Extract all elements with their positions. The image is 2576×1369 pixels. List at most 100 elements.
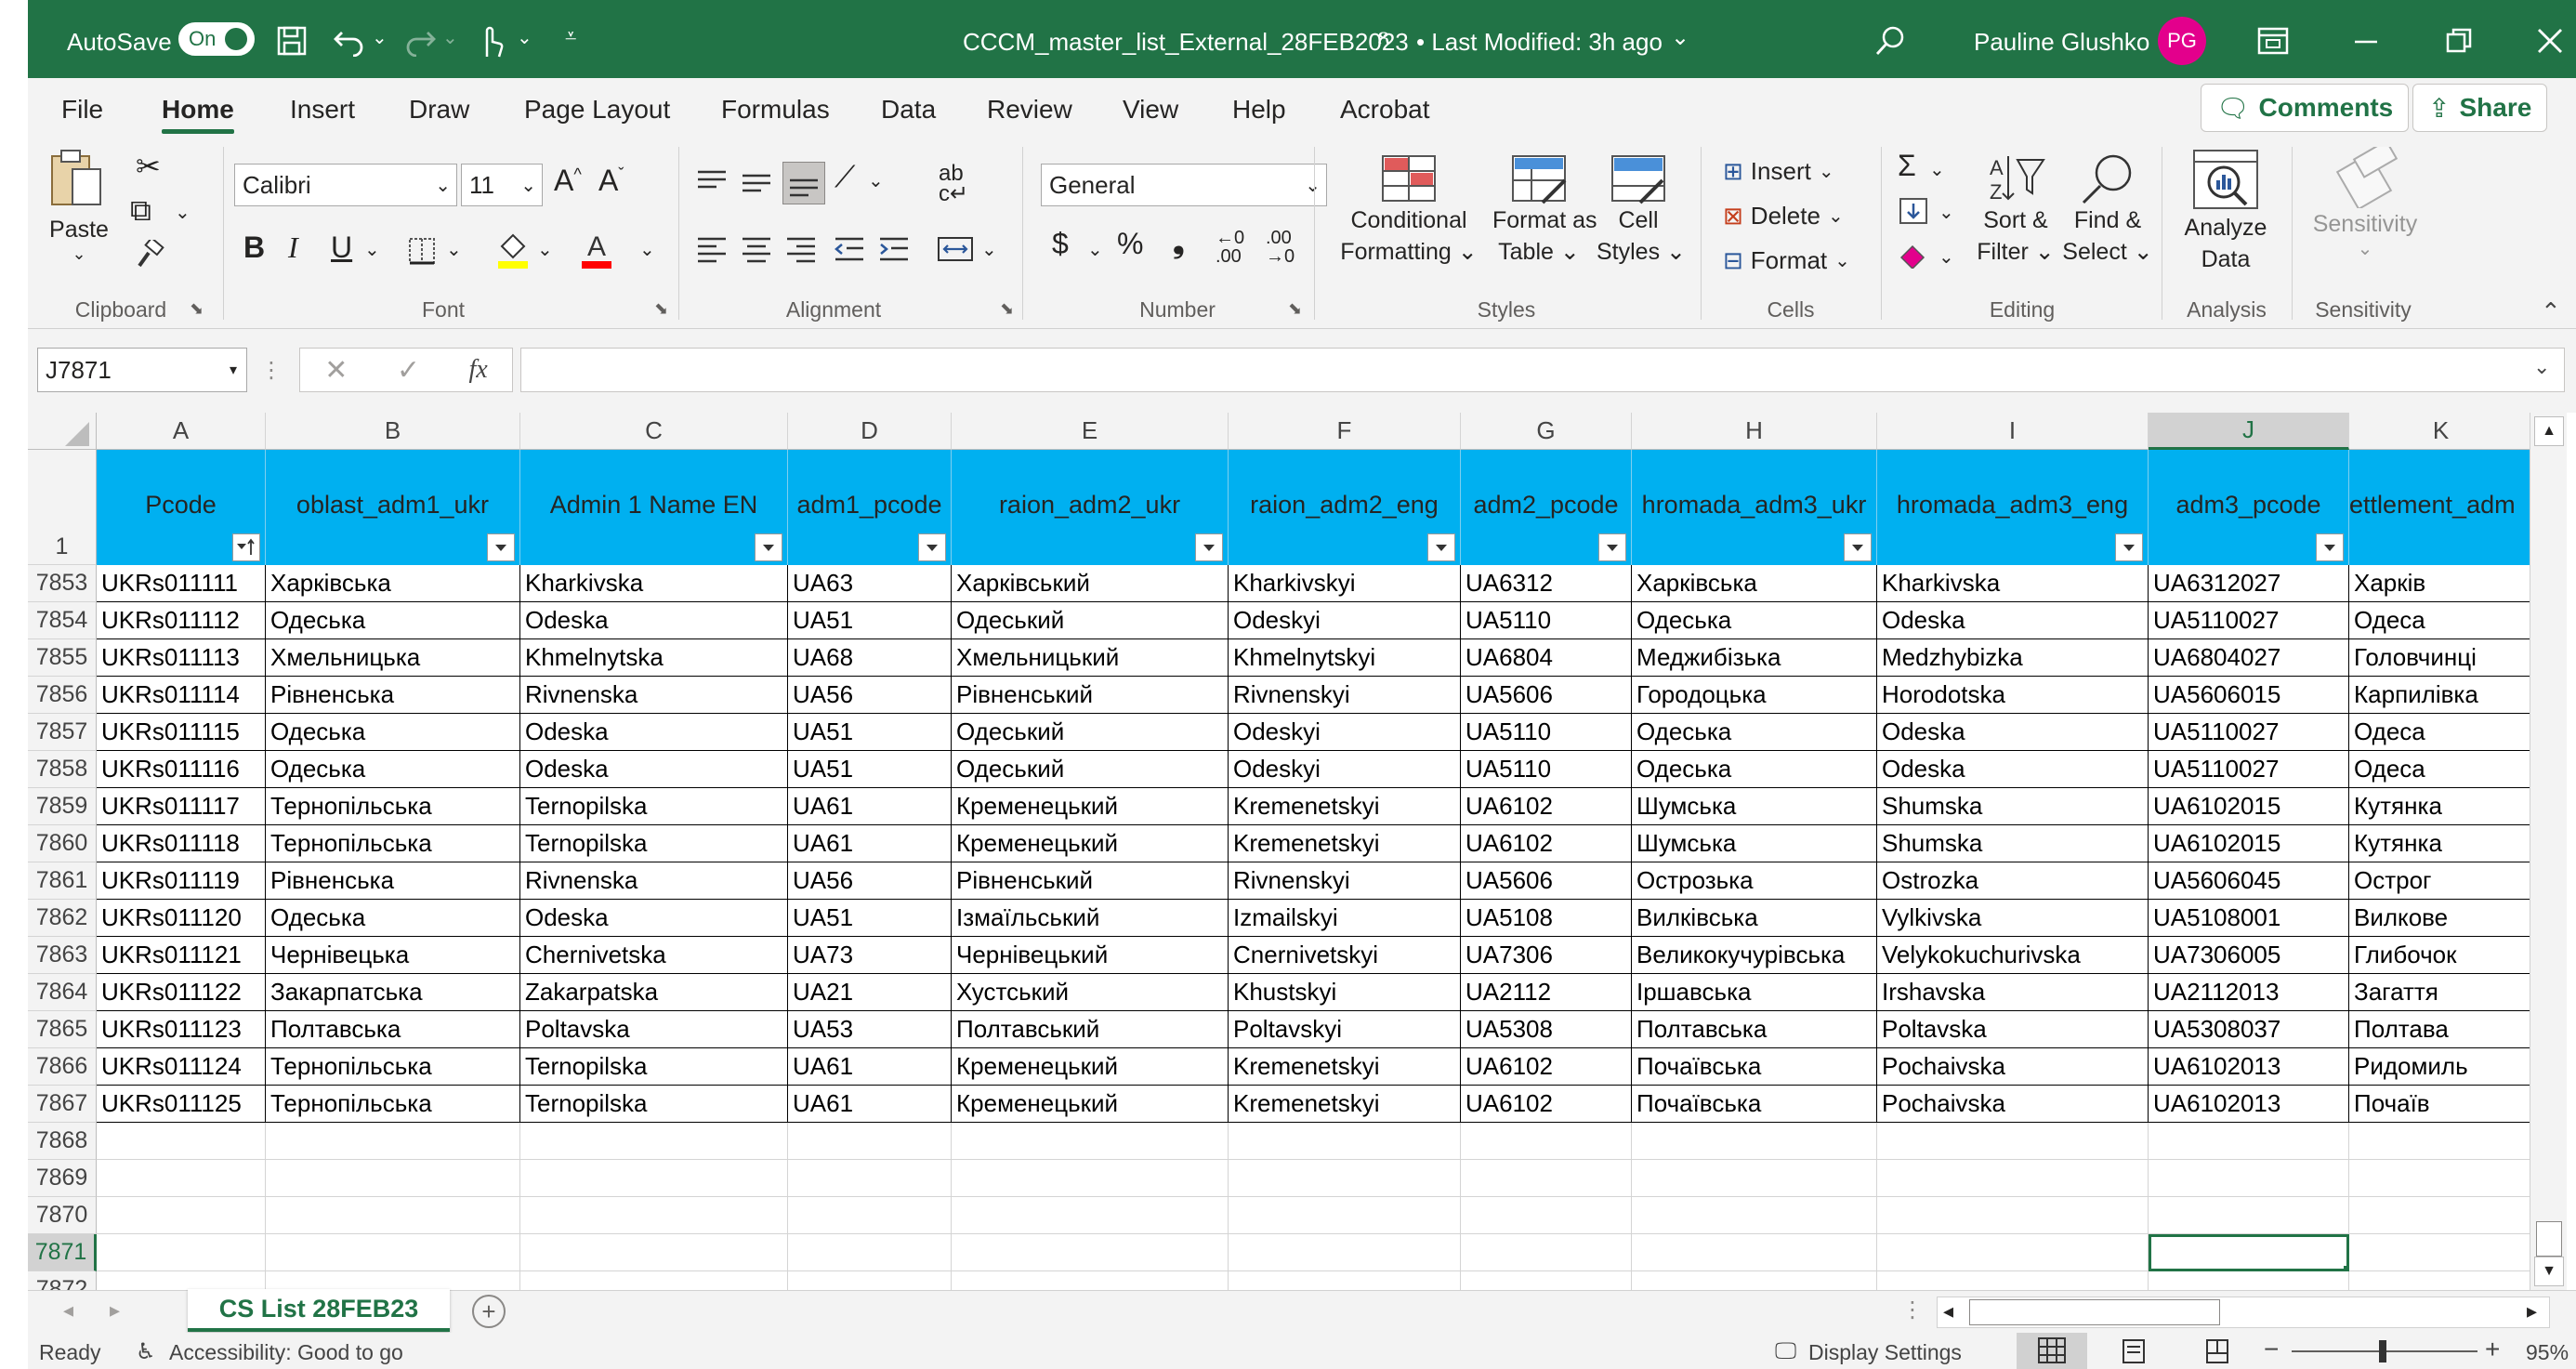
vertical-scrollbar[interactable]: ▲ ▼	[2530, 413, 2567, 1290]
column-header-k[interactable]: K	[2349, 413, 2533, 450]
bold-icon[interactable]: B	[243, 230, 265, 265]
table-cell[interactable]: UKRs011122	[97, 974, 266, 1011]
orientation-dropdown-icon[interactable]: ⌄	[868, 169, 884, 192]
alignment-launcher-icon[interactable]: ⬊	[1000, 299, 1014, 319]
touch-mode-icon[interactable]	[472, 22, 509, 59]
row-header[interactable]: 7857	[28, 714, 97, 751]
table-cell[interactable]: Вилкове	[2349, 900, 2533, 937]
table-cell[interactable]	[1877, 1160, 2149, 1197]
filter-dropdown-icon[interactable]	[1598, 533, 1626, 561]
table-cell[interactable]: UA5606	[1461, 677, 1632, 714]
table-cell[interactable]	[1229, 1197, 1461, 1234]
table-cell[interactable]	[1229, 1123, 1461, 1160]
table-cell[interactable]	[2349, 1123, 2533, 1160]
table-cell[interactable]	[2149, 1197, 2349, 1234]
table-cell[interactable]	[1877, 1123, 2149, 1160]
document-title[interactable]: CCCM_master_list_External_28FEB2023	[963, 28, 1409, 57]
font-launcher-icon[interactable]: ⬊	[654, 299, 668, 319]
table-cell[interactable]: Рівненський	[952, 677, 1229, 714]
table-cell[interactable]	[2149, 1271, 2349, 1290]
tab-page-layout[interactable]: Page Layout	[524, 95, 670, 125]
table-cell[interactable]: UA2112013	[2149, 974, 2349, 1011]
table-cell[interactable]	[788, 1160, 952, 1197]
column-header-b[interactable]: B	[266, 413, 520, 450]
tab-formulas[interactable]: Formulas	[721, 95, 830, 125]
minimize-icon[interactable]	[2347, 24, 2385, 58]
table-cell[interactable]	[520, 1197, 788, 1234]
clipboard-launcher-icon[interactable]: ⬊	[190, 299, 204, 319]
table-cell[interactable]: Odeska	[520, 751, 788, 788]
prev-sheet-icon[interactable]: ◂	[63, 1298, 73, 1323]
table-cell[interactable]: Kremenetskyi	[1229, 788, 1461, 825]
table-cell[interactable]: Ternopilska	[520, 1086, 788, 1123]
table-cell[interactable]: Рівненська	[266, 677, 520, 714]
orientation-icon[interactable]: ⟋	[835, 160, 855, 195]
font-color-icon[interactable]: A	[578, 227, 615, 271]
fill-color-dropdown-icon[interactable]: ⌄	[537, 238, 553, 261]
table-cell[interactable]	[1229, 1160, 1461, 1197]
tab-acrobat[interactable]: Acrobat	[1340, 95, 1430, 125]
table-cell[interactable]: Odeskyi	[1229, 714, 1461, 751]
table-cell[interactable]	[97, 1123, 266, 1160]
table-cell[interactable]: UA5606	[1461, 862, 1632, 900]
table-cell[interactable]: UA61	[788, 1048, 952, 1086]
table-cell[interactable]: UA6312	[1461, 565, 1632, 602]
table-cell[interactable]: Одеська	[266, 714, 520, 751]
select-all-corner[interactable]	[28, 413, 97, 450]
table-cell[interactable]: Odeska	[520, 602, 788, 639]
table-cell[interactable]: UA5110027	[2149, 751, 2349, 788]
tab-file[interactable]: File	[61, 95, 103, 125]
row-header[interactable]: 7862	[28, 900, 97, 937]
table-cell[interactable]	[1632, 1123, 1877, 1160]
table-cell[interactable]: Чернівецький	[952, 937, 1229, 974]
number-launcher-icon[interactable]: ⬊	[1288, 299, 1302, 319]
row-header[interactable]: 7863	[28, 937, 97, 974]
sort-filter-button[interactable]: AZ Sort & Filter ⌄	[1974, 152, 2057, 292]
sensitivity-button[interactable]: Sensitivity ⌄	[2295, 147, 2435, 292]
row-header[interactable]: 7855	[28, 639, 97, 677]
table-cell[interactable]: Odeskyi	[1229, 602, 1461, 639]
table-cell[interactable]: Кутянка	[2349, 788, 2533, 825]
table-cell[interactable]: UA6804027	[2149, 639, 2349, 677]
table-cell[interactable]	[97, 1160, 266, 1197]
table-cell[interactable]: Полтавська	[1632, 1011, 1877, 1048]
table-cell[interactable]: Харків	[2349, 565, 2533, 602]
underline-dropdown-icon[interactable]: ⌄	[364, 238, 380, 261]
table-cell[interactable]: UA6102	[1461, 1086, 1632, 1123]
table-cell[interactable]: UKRs011123	[97, 1011, 266, 1048]
align-middle-icon[interactable]	[738, 164, 775, 201]
table-cell[interactable]: UA6102	[1461, 1048, 1632, 1086]
increase-indent-icon[interactable]	[875, 230, 913, 268]
table-cell[interactable]: Вилківська	[1632, 900, 1877, 937]
filter-sort-icon[interactable]	[232, 533, 260, 561]
avatar[interactable]: PG	[2158, 17, 2206, 65]
row-header[interactable]: 7853	[28, 565, 97, 602]
table-cell[interactable]: UA68	[788, 639, 952, 677]
table-cell[interactable]: Odeska	[1877, 602, 2149, 639]
table-cell[interactable]	[266, 1123, 520, 1160]
table-header-cell[interactable]: hromada_adm3_ukr	[1632, 450, 1877, 565]
table-cell[interactable]: UKRs011121	[97, 937, 266, 974]
table-cell[interactable]: Харківська	[266, 565, 520, 602]
table-cell[interactable]: UA5108	[1461, 900, 1632, 937]
font-color-dropdown-icon[interactable]: ⌄	[639, 238, 655, 261]
zoom-level[interactable]: 95%	[2526, 1340, 2569, 1365]
table-cell[interactable]: Odeska	[1877, 751, 2149, 788]
table-cell[interactable]: Zakarpatska	[520, 974, 788, 1011]
table-cell[interactable]: Rivnenska	[520, 862, 788, 900]
find-select-button[interactable]: Find & Select ⌄	[2059, 152, 2156, 292]
table-cell[interactable]: Почаївська	[1632, 1048, 1877, 1086]
scroll-left-icon[interactable]: ◂	[1943, 1299, 1953, 1323]
table-cell[interactable]: Одеса	[2349, 714, 2533, 751]
column-header-c[interactable]: C	[520, 413, 788, 450]
save-icon[interactable]	[275, 24, 309, 58]
table-cell[interactable]: UA51	[788, 900, 952, 937]
table-cell[interactable]: UKRs011120	[97, 900, 266, 937]
name-box[interactable]: J7871 ▾	[37, 348, 247, 392]
table-cell[interactable]: UA6102015	[2149, 788, 2349, 825]
format-as-table-button[interactable]: Format as Table ⌄	[1492, 152, 1597, 292]
row-header[interactable]: 7859	[28, 788, 97, 825]
table-header-cell[interactable]: raion_adm2_eng	[1229, 450, 1461, 565]
table-cell[interactable]: Izmailskyi	[1229, 900, 1461, 937]
table-cell[interactable]: UKRs011112	[97, 602, 266, 639]
